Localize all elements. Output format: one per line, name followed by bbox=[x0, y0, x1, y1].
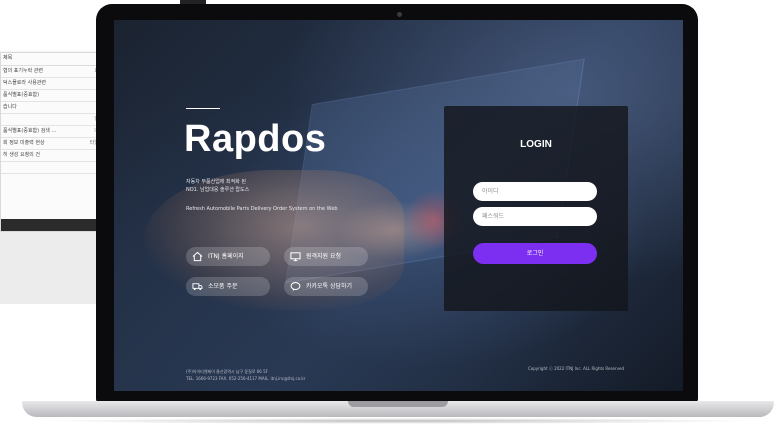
itnj-homepage-button[interactable]: ITNJ 홈페이지 bbox=[186, 247, 270, 266]
login-button[interactable]: 로그인 bbox=[473, 243, 597, 264]
login-title: LOGIN bbox=[520, 139, 552, 150]
password-field[interactable]: 패스워드 bbox=[473, 207, 597, 226]
home-icon bbox=[192, 251, 203, 262]
laptop-base bbox=[22, 401, 774, 417]
camera-icon bbox=[397, 12, 402, 17]
laptop-screen: Rapdos 자동차 부품산업에 최적화 된 NO1. 남업대응 솔루션 랍도스… bbox=[114, 20, 683, 391]
list-item bbox=[1, 162, 101, 174]
quick-link-label: 카카오톡 상담하기 bbox=[306, 283, 353, 290]
login-panel: LOGIN 아이디 패스워드 로그인 bbox=[444, 106, 628, 311]
site-tagline: 자동차 부품산업에 최적화 된 NO1. 남업대응 솔루션 랍도스 bbox=[186, 178, 336, 194]
background-doc-footer-bar bbox=[1, 219, 101, 231]
username-field[interactable]: 아이디 bbox=[473, 182, 597, 201]
title-divider bbox=[186, 108, 220, 109]
tagline-line-1: 자동차 부품산업에 최적화 된 bbox=[186, 179, 246, 185]
laptop-shadow bbox=[40, 418, 756, 424]
consumables-order-button[interactable]: 소모품 주문 bbox=[186, 277, 270, 296]
footer-copyright: Copyright ⓒ 2022 ITNJ Inc. ALL Rights Re… bbox=[528, 366, 625, 371]
footer-address-line-2: TEL. 1666-9723 FAX. 052-256-4117 MAIL. i… bbox=[186, 376, 306, 381]
list-item: 협의 표기누락 관련요 bbox=[1, 66, 101, 78]
quick-link-label: 소모품 주문 bbox=[208, 283, 238, 290]
site-tagline-english: Refresh Automobile Parts Delivery Order … bbox=[186, 206, 338, 212]
site-title: Rapdos bbox=[184, 118, 327, 160]
background-doc-header: 제목 bbox=[1, 53, 101, 66]
kakaotalk-consult-button[interactable]: 카카오톡 상담하기 bbox=[284, 277, 368, 296]
footer-address-line-1: (주)아이티엔제이 울산광역시 남구 돋질로 66 5F bbox=[186, 369, 268, 374]
list-item: 습니다 bbox=[1, 102, 101, 114]
truck-icon bbox=[192, 283, 203, 291]
tagline-line-2: NO1. 남업대응 솔루션 랍도스 bbox=[186, 187, 250, 193]
footer-address: (주)아이티엔제이 울산광역시 남구 돋질로 66 5F TEL. 1666-9… bbox=[186, 368, 305, 382]
chat-icon bbox=[290, 282, 301, 292]
laptop-notch bbox=[348, 401, 448, 407]
monitor-icon bbox=[290, 252, 301, 262]
quick-link-label: ITNJ 홈페이지 bbox=[208, 253, 244, 260]
background-panel bbox=[0, 232, 100, 304]
list-item: 안 bbox=[1, 114, 101, 126]
list-item: 히 생성 요청의 건 bbox=[1, 150, 101, 162]
background-document: 제목 협의 표기누락 관련요 덕스몰로라 사용관련 품식별표(중효함) 습니다 … bbox=[0, 52, 102, 232]
quick-link-label: 원격지원 요청 bbox=[306, 253, 342, 260]
list-item: 회 정보 미출력 현상 타입 bbox=[1, 138, 101, 150]
list-item: 품식별표(중효함) 검색 ...나 bbox=[1, 126, 101, 138]
remote-support-button[interactable]: 원격지원 요청 bbox=[284, 247, 368, 266]
list-item: 품식별표(중효함) bbox=[1, 90, 101, 102]
list-item: 덕스몰로라 사용관련 bbox=[1, 78, 101, 90]
